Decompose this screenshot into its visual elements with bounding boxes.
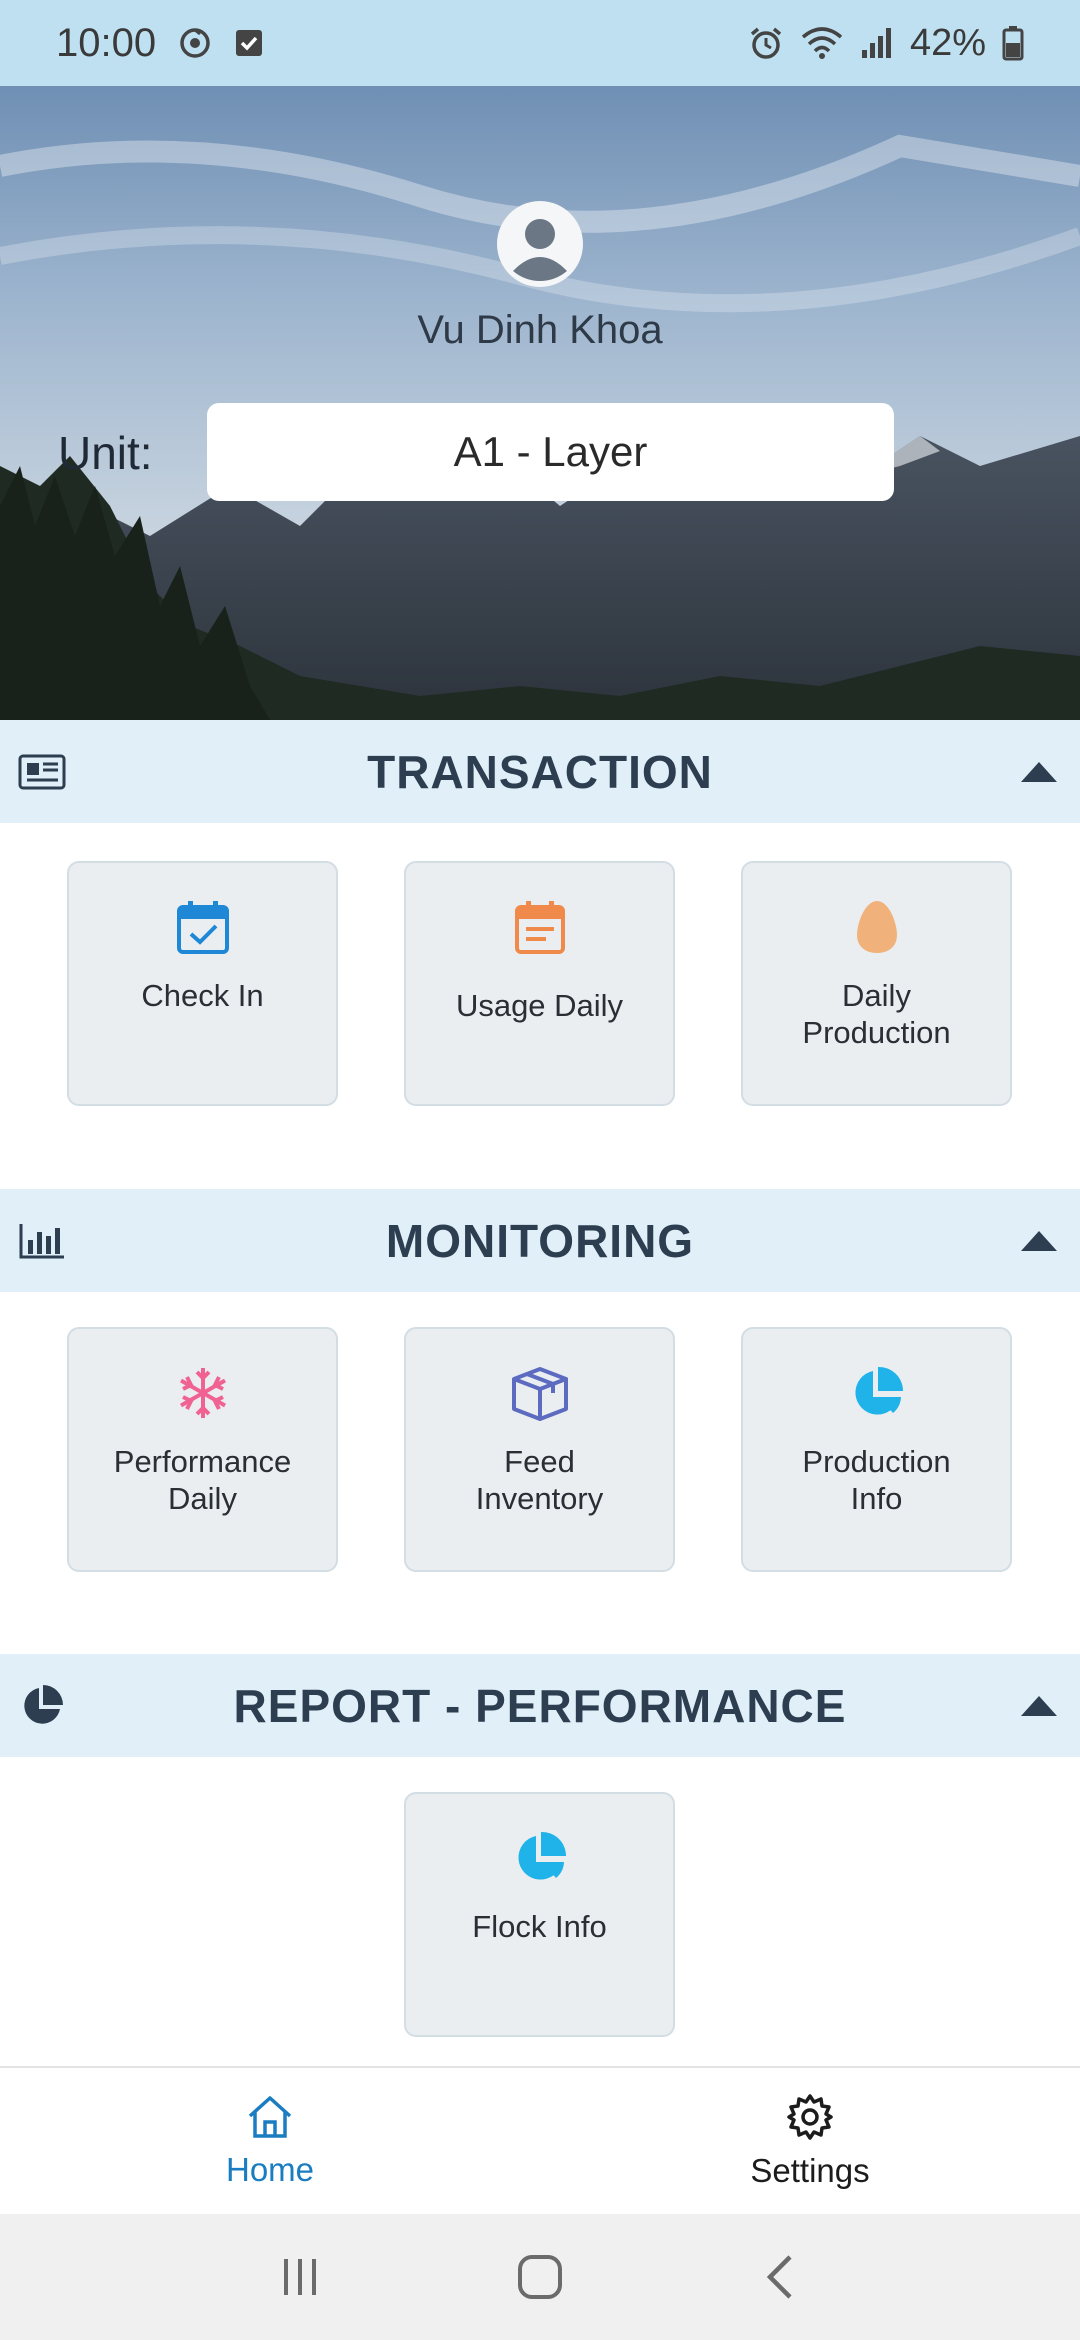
nav-home[interactable]: Home	[0, 2068, 540, 2214]
box-icon	[510, 1363, 570, 1423]
usage-daily-tile[interactable]: Usage Daily	[404, 861, 675, 1106]
performance-daily-label: Performance Daily	[113, 1444, 292, 1516]
unit-selector[interactable]: A1 - Layer	[207, 403, 894, 501]
calendar-list-icon	[510, 897, 570, 957]
alarm-icon	[748, 25, 784, 61]
caret-up-icon[interactable]	[1018, 757, 1060, 787]
check-in-tile[interactable]: Check In	[67, 861, 338, 1106]
monitoring-section-header[interactable]: MONITORING	[0, 1189, 1080, 1292]
sync-icon	[178, 26, 212, 60]
status-time: 10:00	[56, 20, 157, 65]
nav-settings[interactable]: Settings	[540, 2068, 1080, 2214]
daily-production-label: Daily Production	[802, 978, 951, 1050]
battery-icon	[1002, 25, 1024, 61]
production-info-label: Production Info	[802, 1444, 951, 1516]
signal-icon	[860, 26, 894, 60]
check-in-label: Check In	[141, 978, 264, 1013]
avatar[interactable]	[497, 201, 583, 287]
performance-daily-tile[interactable]: Performance Daily	[67, 1327, 338, 1572]
feed-inventory-label: Feed Inventory	[475, 1444, 604, 1516]
pie-chart-icon	[18, 1682, 66, 1730]
monitoring-section-title: MONITORING	[385, 1214, 695, 1267]
nav-settings-label: Settings	[750, 2151, 870, 2189]
home-icon	[246, 2094, 294, 2145]
checkbox-notification-icon	[234, 28, 264, 58]
usage-daily-label: Usage Daily	[455, 988, 624, 1023]
report-section-header[interactable]: REPORT - PERFORMANCE	[0, 1654, 1080, 1757]
home-button-icon[interactable]	[500, 2237, 580, 2317]
feed-inventory-tile[interactable]: Feed Inventory	[404, 1327, 675, 1572]
unit-label: Unit:	[58, 427, 153, 479]
bar-chart-icon	[18, 1217, 66, 1265]
production-info-tile[interactable]: Production Info	[741, 1327, 1012, 1572]
transaction-section-header[interactable]: TRANSACTION	[0, 720, 1080, 823]
system-navigation-bar	[0, 2214, 1080, 2340]
flock-info-label: Flock Info	[472, 1909, 607, 1944]
user-name: Vu Dinh Khoa	[417, 308, 663, 352]
caret-up-icon[interactable]	[1018, 1226, 1060, 1256]
pie-chart-icon	[510, 1828, 570, 1888]
report-section-title: REPORT - PERFORMANCE	[233, 1679, 847, 1732]
snowflake-icon	[173, 1363, 233, 1423]
egg-icon	[847, 897, 907, 957]
recent-apps-icon[interactable]	[260, 2237, 340, 2317]
calendar-check-icon	[173, 897, 233, 957]
newspaper-icon	[18, 748, 66, 796]
daily-production-tile[interactable]: Daily Production	[741, 861, 1012, 1106]
status-bar: 10:00 42%	[0, 0, 1080, 86]
transaction-section-title: TRANSACTION	[367, 745, 713, 798]
bottom-navigation: Home Settings	[0, 2066, 1080, 2214]
pie-chart-icon	[847, 1363, 907, 1423]
back-icon[interactable]	[740, 2237, 820, 2317]
gear-icon	[786, 2093, 834, 2146]
caret-up-icon[interactable]	[1018, 1691, 1060, 1721]
wifi-icon	[800, 25, 844, 61]
unit-selector-value: A1 - Layer	[453, 428, 648, 475]
battery-percent: 42%	[909, 21, 986, 64]
flock-info-tile[interactable]: Flock Info	[404, 1792, 675, 2037]
profile-header: Vu Dinh Khoa Unit: A1 - Layer	[0, 86, 1080, 720]
nav-home-label: Home	[225, 2150, 315, 2188]
